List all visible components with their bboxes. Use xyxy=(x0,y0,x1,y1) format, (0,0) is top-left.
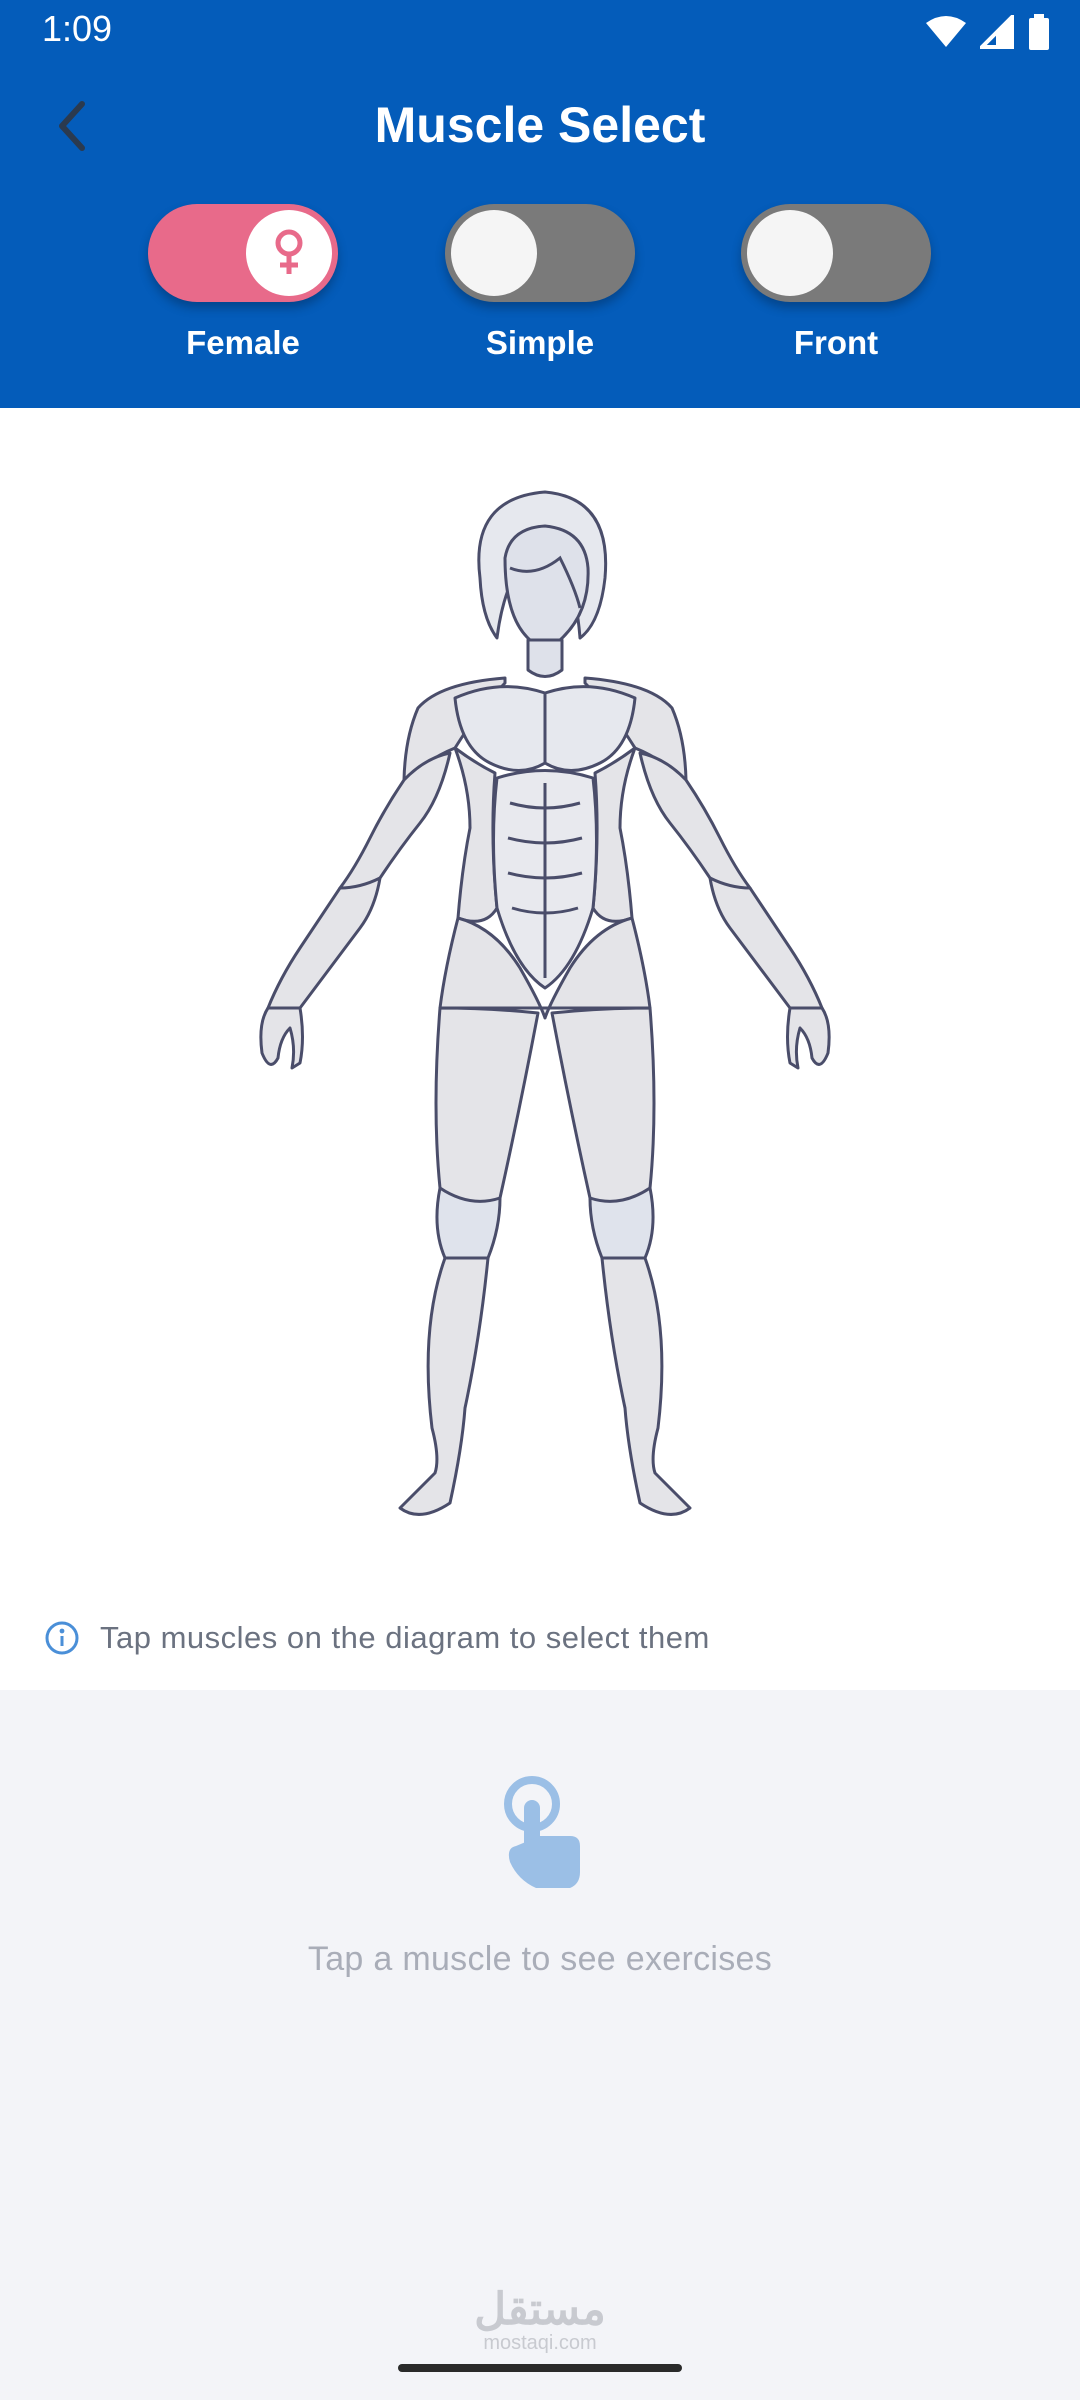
gender-toggle-label: Female xyxy=(186,324,300,361)
diagram-hint: Tap muscles on the diagram to select the… xyxy=(44,1620,710,1656)
muscle-neck[interactable] xyxy=(526,638,564,678)
info-icon xyxy=(45,1621,79,1655)
watermark: مستقل mostaqi.com xyxy=(0,2285,1080,2355)
empty-state-text: Tap a muscle to see exercises xyxy=(307,1940,773,1978)
left-hand xyxy=(259,1006,304,1070)
muscle-right-bicep[interactable] xyxy=(638,751,752,893)
muscle-diagram-area xyxy=(0,408,1080,1690)
muscle-left-knee[interactable] xyxy=(435,1186,502,1270)
simple-toggle-label: Simple xyxy=(485,324,595,361)
signal-icon xyxy=(980,15,1014,49)
muscle-right-knee[interactable] xyxy=(588,1186,655,1270)
view-toggle[interactable] xyxy=(741,204,931,302)
muscle-left-oblique[interactable] xyxy=(453,746,499,923)
page-title: Muscle Select xyxy=(374,97,706,153)
gender-toggle-group: Female xyxy=(143,204,343,362)
battery-icon xyxy=(1029,14,1049,50)
muscle-head[interactable] xyxy=(503,524,590,646)
tap-hand-icon xyxy=(504,1776,580,1888)
watermark-logo: مستقل xyxy=(474,2285,606,2334)
status-time: 1:09 xyxy=(42,8,113,49)
muscle-right-calf[interactable] xyxy=(600,1256,692,1516)
app-header: 1:09 Muscle Select Female Simple Front xyxy=(0,0,1080,408)
view-toggle-label: Front xyxy=(793,324,879,361)
toggle-knob xyxy=(747,210,833,296)
muscle-right-oblique[interactable] xyxy=(591,746,637,923)
muscle-right-forearm[interactable] xyxy=(708,876,824,1015)
right-hand xyxy=(786,1006,831,1070)
toggle-knob xyxy=(451,210,537,296)
female-symbol-icon xyxy=(275,229,303,274)
muscle-left-forearm[interactable] xyxy=(266,876,382,1015)
muscle-left-calf[interactable] xyxy=(398,1256,490,1516)
body-diagram xyxy=(259,490,831,1516)
hint-text: Tap muscles on the diagram to select the… xyxy=(100,1620,710,1655)
wifi-icon xyxy=(926,16,966,47)
gender-toggle[interactable] xyxy=(148,204,338,302)
watermark-url: mostaqi.com xyxy=(483,2332,597,2354)
home-indicator[interactable] xyxy=(398,2364,682,2372)
status-icons xyxy=(926,10,1050,54)
muscle-left-bicep[interactable] xyxy=(338,751,452,893)
view-toggle-group: Front xyxy=(736,204,936,362)
simple-toggle[interactable] xyxy=(445,204,635,302)
simple-toggle-group: Simple xyxy=(440,204,640,362)
toggle-knob xyxy=(246,210,332,296)
